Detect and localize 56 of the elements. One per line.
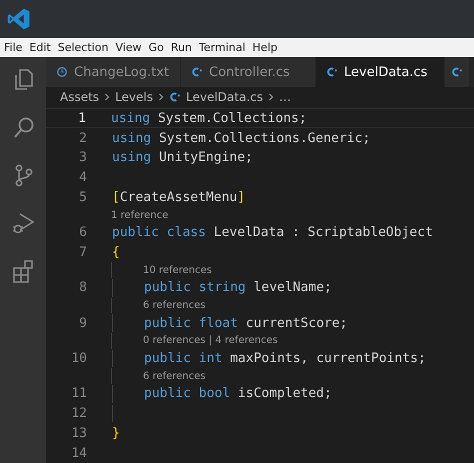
menu-item[interactable]: Selection	[58, 41, 108, 54]
line-number: 2	[78, 130, 88, 146]
editor-tab[interactable]	[445, 57, 470, 88]
line-number: 12	[70, 406, 88, 421]
csharp-file-icon	[169, 90, 181, 104]
code-line: using System.Collections;	[111, 110, 307, 126]
chevron-icon	[268, 92, 274, 102]
code-line: [CreateAssetMenu]	[112, 190, 246, 205]
code-line: public int maxPoints, currentPoints;	[144, 350, 426, 366]
menu-item[interactable]: Run	[170, 41, 192, 54]
editor-tab[interactable]: LevelData.cs	[316, 57, 445, 88]
codelens-text[interactable]: 1 reference	[111, 210, 168, 221]
menu-item[interactable]: File	[4, 41, 22, 54]
code-line: }	[112, 426, 120, 441]
menu-item[interactable]: Terminal	[198, 41, 246, 54]
chevron-icon	[104, 92, 110, 102]
app-logo-icon	[7, 7, 31, 31]
line-number: 6	[78, 225, 88, 240]
line-number: 11	[70, 386, 88, 402]
csharp-file-icon	[326, 65, 338, 80]
menu-item[interactable]: Help	[252, 41, 278, 54]
line-number: 14	[70, 446, 88, 461]
codelens-text[interactable]: 6 references	[143, 370, 206, 382]
menu-item[interactable]: View	[115, 41, 142, 54]
line-number: 9	[78, 316, 88, 331]
line-number: 4	[78, 170, 88, 186]
editor-tab[interactable]: Controller.cs	[181, 57, 316, 88]
breadcrumb-item[interactable]: LevelData.cs	[186, 90, 263, 104]
code-line: using System.Collections.Generic;	[112, 130, 370, 146]
breadcrumb-item[interactable]: …	[279, 90, 291, 104]
editor-tab[interactable]: ChangeLog.txt	[46, 57, 181, 88]
line-number: 5	[78, 190, 88, 205]
line-number: 3	[78, 150, 88, 166]
line-number: 13	[70, 426, 88, 441]
extensions-icon[interactable]	[11, 258, 35, 284]
code-line: public string levelName;	[144, 280, 332, 296]
code-line: {	[112, 245, 120, 260]
codelens-text[interactable]: 6 references	[143, 300, 206, 311]
code-line: using UnityEngine;	[112, 150, 253, 166]
line-number: 1	[77, 110, 87, 126]
codelens-text[interactable]: 0 references | 4 references	[143, 335, 278, 346]
code-line: public float currentScore;	[144, 316, 348, 331]
chevron-icon	[158, 92, 164, 102]
csharp-file-icon	[451, 65, 463, 80]
code-line: public bool isCompleted;	[144, 386, 332, 402]
csharp-file-icon	[191, 65, 203, 80]
code-line: public class LevelData : ScriptableObject	[112, 225, 433, 240]
line-number: 8	[78, 280, 88, 296]
clock-icon	[56, 65, 68, 80]
line-number: 7	[78, 245, 88, 260]
menu-item[interactable]: Go	[148, 41, 164, 54]
line-number: 10	[70, 350, 88, 366]
codelens-text[interactable]: 10 references	[143, 264, 212, 276]
menu-item[interactable]: Edit	[29, 41, 51, 54]
breadcrumb-item[interactable]: Levels	[115, 90, 153, 104]
breadcrumb-item[interactable]: Assets	[60, 90, 100, 104]
